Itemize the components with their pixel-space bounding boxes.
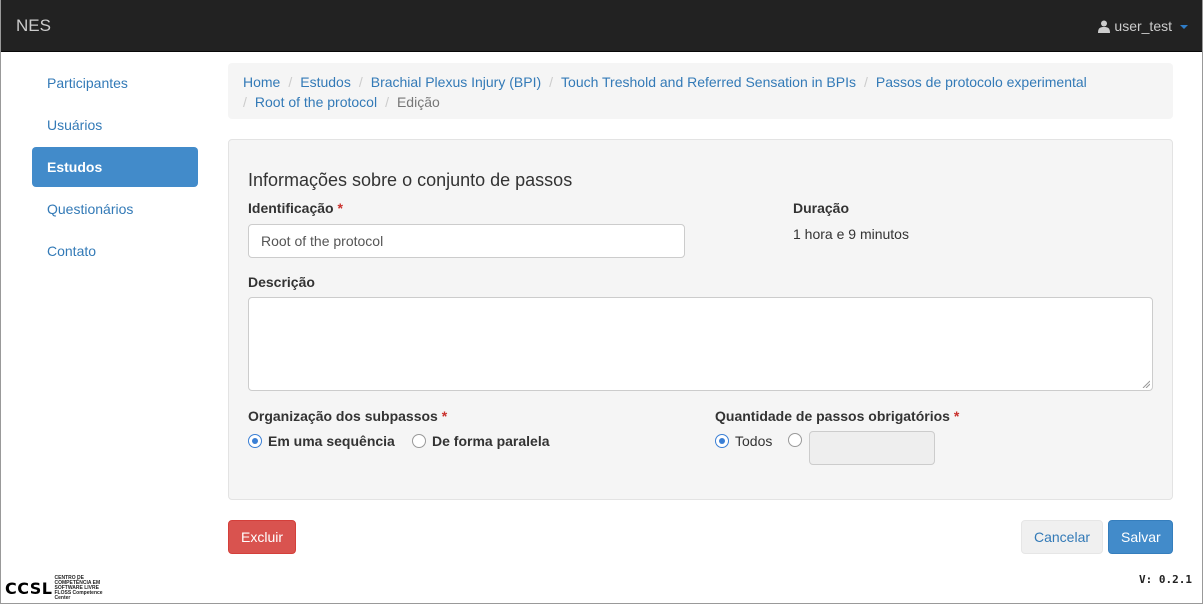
radio-todos-label: Todos xyxy=(735,433,773,449)
ccsl-logo-text: CCSL xyxy=(5,579,53,598)
radio-selected-icon[interactable] xyxy=(715,434,729,448)
identificacao-input[interactable]: Root of the protocol xyxy=(248,224,685,258)
organizacao-label: Organização dos subpassos * xyxy=(248,408,447,424)
breadcrumb-experiment[interactable]: Touch Treshold and Referred Sensation in… xyxy=(561,74,856,90)
breadcrumb-root[interactable]: Root of the protocol xyxy=(255,94,377,110)
breadcrumb-estudos[interactable]: Estudos xyxy=(300,74,351,90)
breadcrumb: Home / Estudos / Brachial Plexus Injury (BPI… xyxy=(228,63,1173,119)
user-icon xyxy=(1098,20,1111,33)
breadcrumb-separator: / xyxy=(549,74,554,90)
radio-quantidade[interactable] xyxy=(788,433,808,447)
sidebar-item-contato[interactable]: Contato xyxy=(32,231,198,271)
breadcrumb-home[interactable]: Home xyxy=(243,74,280,90)
chevron-down-icon xyxy=(1180,25,1188,29)
breadcrumb-separator: / xyxy=(863,74,868,90)
brand-logo[interactable]: NES xyxy=(16,16,51,36)
version-label: V: 0.2.1 xyxy=(1139,573,1192,586)
user-name: user_test xyxy=(1114,18,1172,34)
sidebar-nav: Participantes Usuários Estudos Questioná… xyxy=(32,63,198,273)
breadcrumb-separator: / xyxy=(385,94,389,110)
breadcrumb-protocol-steps[interactable]: Passos de protocolo experimental xyxy=(876,74,1087,90)
user-menu[interactable]: user_test xyxy=(1098,18,1188,34)
radio-forma-paralela-label: De forma paralela xyxy=(432,433,550,449)
form-title: Informações sobre o conjunto de passos xyxy=(248,170,573,190)
resize-grip-icon[interactable] xyxy=(1142,380,1150,388)
ccsl-logo: CCSL CENTRO DE COMPETÊNCIA EM SOFTWARE L… xyxy=(5,576,105,601)
descricao-textarea[interactable] xyxy=(248,297,1153,391)
breadcrumb-separator: / xyxy=(288,74,293,90)
radio-unselected-icon[interactable] xyxy=(788,433,802,447)
identificacao-label-text: Identificação xyxy=(248,200,334,216)
cancel-button[interactable]: Cancelar xyxy=(1021,520,1103,554)
organizacao-label-text: Organização dos subpassos xyxy=(248,408,438,424)
radio-forma-paralela[interactable]: De forma paralela xyxy=(412,433,550,449)
duracao-value: 1 hora e 9 minutos xyxy=(793,226,909,242)
sidebar-item-usuarios[interactable]: Usuários xyxy=(32,105,198,145)
sidebar-item-questionarios[interactable]: Questionários xyxy=(32,189,198,229)
quantidade-label-text: Quantidade de passos obrigatórios xyxy=(715,408,950,424)
sidebar-item-estudos[interactable]: Estudos xyxy=(32,147,198,187)
radio-em-sequencia[interactable]: Em uma sequência xyxy=(248,433,395,449)
identificacao-label: Identificação * xyxy=(248,200,343,216)
top-navbar: NES user_test xyxy=(1,0,1202,52)
breadcrumb-separator: / xyxy=(358,74,363,90)
breadcrumb-study[interactable]: Brachial Plexus Injury (BPI) xyxy=(371,74,541,90)
duracao-label: Duração xyxy=(793,200,850,216)
delete-button[interactable]: Excluir xyxy=(228,520,296,554)
required-mark: * xyxy=(337,200,343,216)
sidebar-item-participantes[interactable]: Participantes xyxy=(32,63,198,103)
descricao-label: Descrição xyxy=(248,274,315,290)
radio-selected-icon[interactable] xyxy=(248,434,262,448)
breadcrumb-current: Edição xyxy=(396,94,440,110)
form-panel: Informações sobre o conjunto de passos I… xyxy=(228,139,1173,500)
required-mark: * xyxy=(441,408,448,424)
radio-unselected-icon[interactable] xyxy=(412,434,426,448)
breadcrumb-separator: / xyxy=(243,94,247,110)
ccsl-logo-subtext: CENTRO DE COMPETÊNCIA EM SOFTWARE LIVRE … xyxy=(54,575,103,601)
radio-todos[interactable]: Todos xyxy=(715,433,772,449)
quantidade-input xyxy=(809,431,935,465)
radio-em-sequencia-label: Em uma sequência xyxy=(268,433,395,449)
required-mark: * xyxy=(953,408,960,424)
quantidade-label: Quantidade de passos obrigatórios * xyxy=(715,408,959,424)
save-button[interactable]: Salvar xyxy=(1108,520,1173,554)
